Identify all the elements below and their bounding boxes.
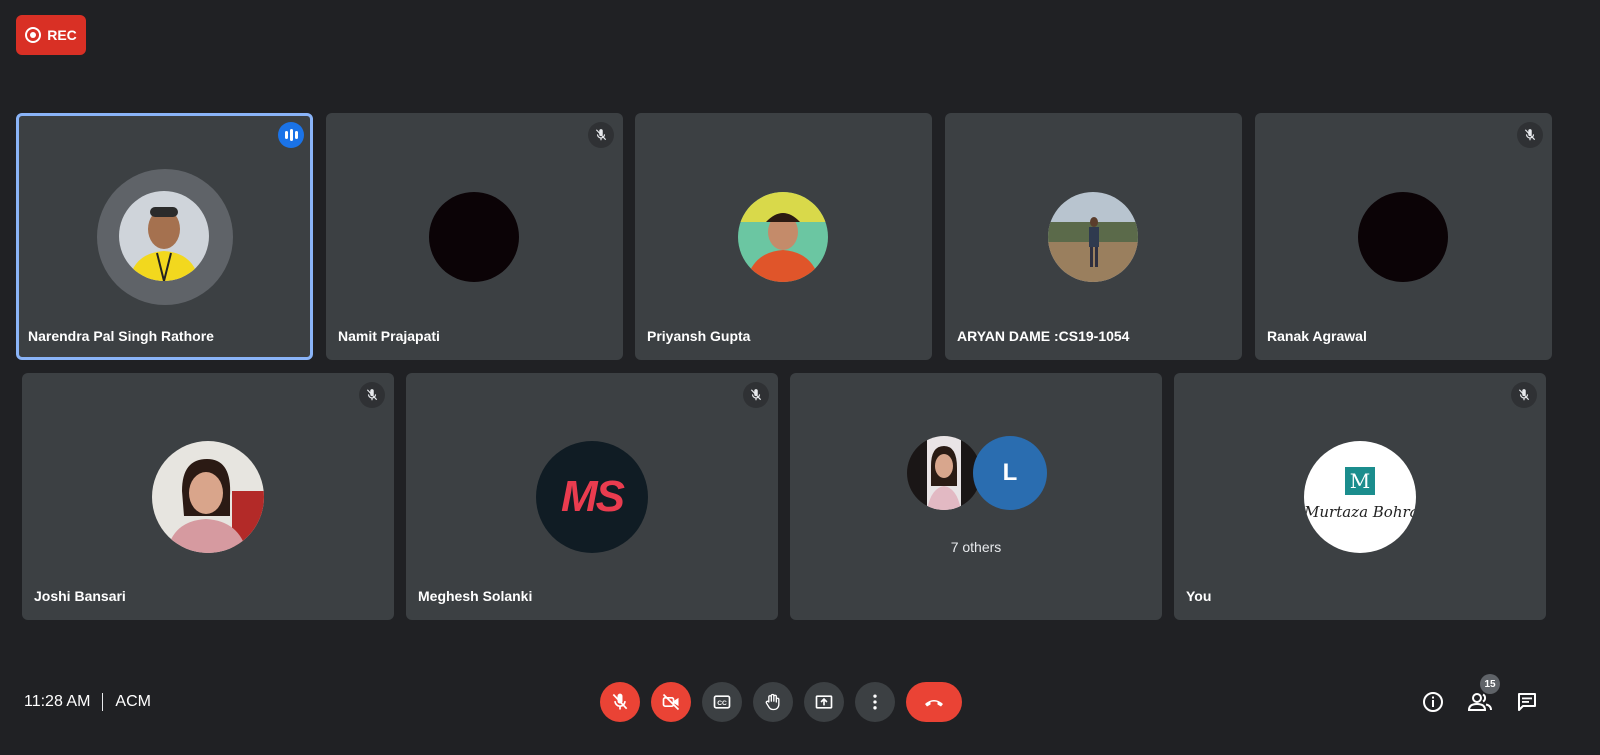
hand-icon: [765, 693, 780, 711]
avatar: [1048, 192, 1138, 282]
leave-call-button[interactable]: [906, 682, 962, 722]
avatar-letter: L: [1002, 459, 1018, 486]
mic-off-icon: [1517, 122, 1543, 148]
mic-off-icon: [359, 382, 385, 408]
mic-off-icon: [1511, 382, 1537, 408]
more-options-button[interactable]: [855, 682, 895, 722]
participant-tile[interactable]: ARYAN DAME :CS19-1054: [945, 113, 1242, 360]
participant-tile[interactable]: Ranak Agrawal: [1255, 113, 1552, 360]
mic-off-icon: [588, 122, 614, 148]
chat-icon: [1518, 693, 1536, 711]
participant-name: Priyansh Gupta: [647, 328, 751, 344]
participant-name: Meghesh Solanki: [418, 588, 533, 604]
mic-off-icon: [612, 693, 628, 710]
mic-off-icon: [743, 382, 769, 408]
participant-tile[interactable]: Narendra Pal Singh Rathore: [16, 113, 313, 360]
avatar: MS: [536, 441, 648, 553]
others-tile[interactable]: L 7 others: [790, 373, 1162, 620]
meeting-name: ACM: [115, 693, 151, 710]
present-screen-icon: [815, 695, 833, 709]
chat-button[interactable]: [1513, 688, 1541, 716]
captions-button[interactable]: CC: [702, 682, 742, 722]
avatar: [429, 192, 519, 282]
record-icon: [25, 27, 42, 43]
avatar: [738, 192, 828, 282]
avatar-initials: MS: [561, 472, 625, 521]
more-vert-icon: [873, 694, 877, 710]
meeting-details: 11:28 AM ACM: [24, 692, 151, 712]
avatar: [152, 441, 264, 553]
clock-time: 11:28 AM: [24, 693, 91, 710]
recording-label: REC: [47, 27, 77, 43]
participant-tile[interactable]: Namit Prajapati: [326, 113, 623, 360]
divider: [102, 693, 104, 711]
participant-name: Ranak Agrawal: [1267, 328, 1367, 344]
meeting-details-button[interactable]: [1419, 688, 1447, 716]
camera-toggle-button[interactable]: [651, 682, 691, 722]
participant-name: Namit Prajapati: [338, 328, 440, 344]
participant-name: Joshi Bansari: [34, 588, 126, 604]
avatar: M Murtaza Bohra: [1304, 441, 1416, 553]
speaking-indicator-icon: [278, 122, 304, 148]
microphone-toggle-button[interactable]: [600, 682, 640, 722]
closed-captions-icon: CC: [713, 695, 731, 709]
avatar: [907, 436, 981, 510]
hang-up-icon: [925, 700, 943, 707]
info-icon: [1423, 692, 1443, 712]
participant-name: You: [1186, 588, 1212, 604]
participant-name: Narendra Pal Singh Rathore: [28, 328, 214, 344]
participant-tile[interactable]: Joshi Bansari: [22, 373, 394, 620]
avatar: L: [973, 436, 1047, 510]
camera-off-icon: [662, 693, 680, 711]
svg-text:CC: CC: [717, 700, 727, 707]
participant-tile[interactable]: Priyansh Gupta: [635, 113, 932, 360]
participant-tile[interactable]: MS Meghesh Solanki: [406, 373, 778, 620]
avatar: [1358, 192, 1448, 282]
avatar-logo-letter: M: [1345, 467, 1375, 495]
recording-indicator[interactable]: REC: [16, 15, 86, 55]
avatar-script-text: Murtaza Bohra: [1304, 503, 1416, 521]
participant-tile[interactable]: M Murtaza Bohra You: [1174, 373, 1546, 620]
avatar: [119, 191, 209, 281]
present-screen-button[interactable]: [804, 682, 844, 722]
participant-name: ARYAN DAME :CS19-1054: [957, 328, 1130, 344]
participant-count-badge: 15: [1480, 674, 1500, 694]
others-count-label: 7 others: [950, 539, 1002, 555]
raise-hand-button[interactable]: [753, 682, 793, 722]
